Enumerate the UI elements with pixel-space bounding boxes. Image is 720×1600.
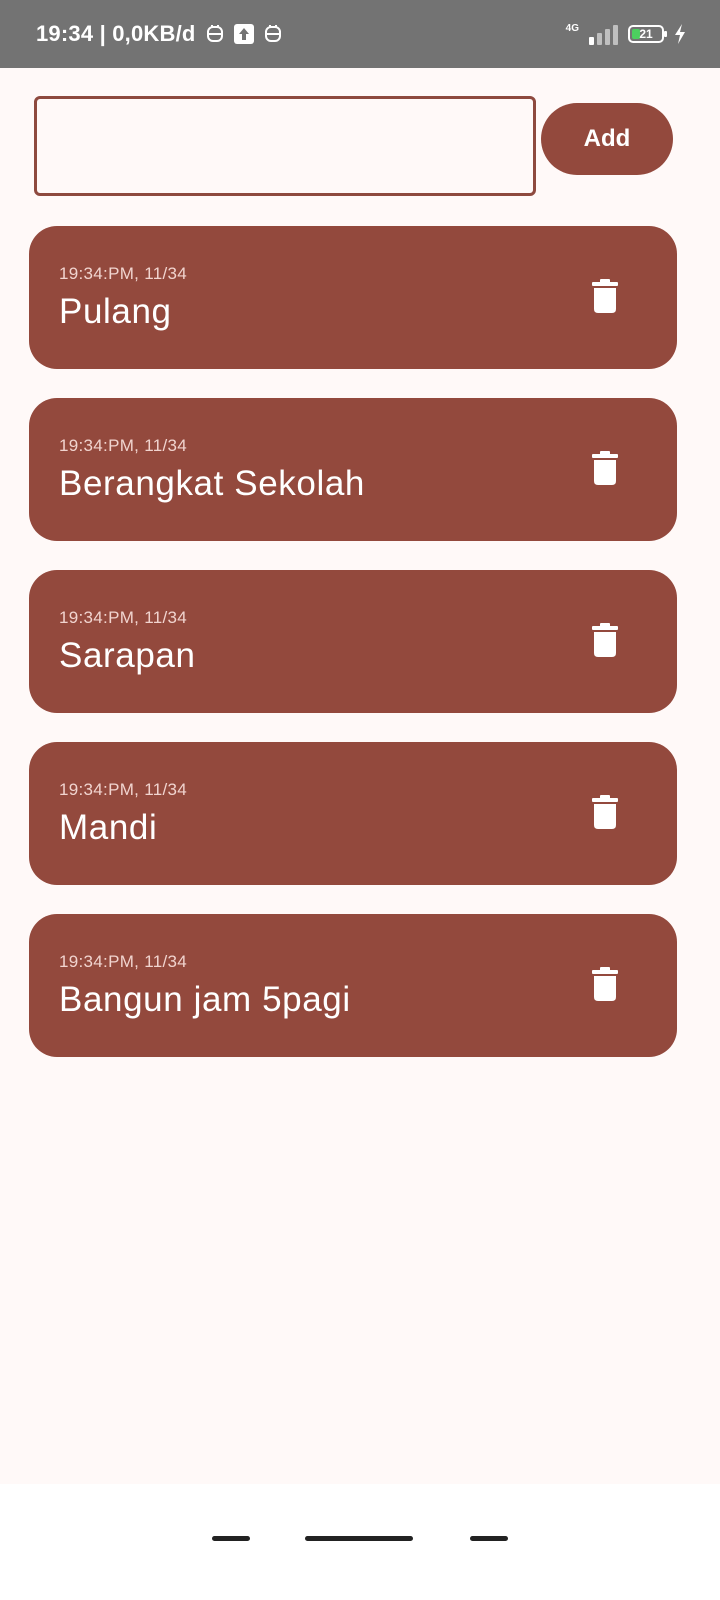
delete-button[interactable]: [587, 964, 623, 1004]
task-timestamp: 19:34:PM, 11/34: [59, 436, 187, 455]
task-title: Mandi: [59, 808, 158, 847]
status-right: 4G 21: [566, 0, 686, 68]
delete-button[interactable]: [587, 276, 623, 316]
status-left: 19:34 | 0,0KB/d: [36, 0, 282, 68]
delete-button[interactable]: [587, 448, 623, 488]
task-input[interactable]: [34, 96, 536, 196]
task-title: Sarapan: [59, 636, 196, 675]
charging-icon: [674, 24, 686, 44]
status-time: 19:34 | 0,0KB/d: [36, 21, 196, 46]
task-title: Bangun jam 5pagi: [59, 980, 351, 1019]
signal-icon: [589, 23, 618, 45]
task-title: Pulang: [59, 292, 172, 331]
navigation-bar: [0, 1484, 720, 1600]
upload-icon: [233, 24, 254, 44]
app-notification-icon: [206, 24, 224, 44]
trash-icon: [592, 795, 618, 829]
task-list: 19:34:PM, 11/34 Pulang 19:34:PM, 11/34 B…: [29, 226, 677, 1086]
trash-icon: [592, 451, 618, 485]
trash-icon: [592, 623, 618, 657]
task-card[interactable]: 19:34:PM, 11/34 Bangun jam 5pagi: [29, 914, 677, 1057]
battery-level: 21: [639, 27, 653, 41]
app-notification-icon: [264, 24, 282, 44]
trash-icon: [592, 967, 618, 1001]
trash-icon: [592, 279, 618, 313]
delete-button[interactable]: [587, 792, 623, 832]
task-card[interactable]: 19:34:PM, 11/34 Mandi: [29, 742, 677, 885]
battery-icon: 21: [628, 25, 667, 43]
task-card[interactable]: 19:34:PM, 11/34 Sarapan: [29, 570, 677, 713]
network-type: 4G: [565, 22, 579, 34]
task-timestamp: 19:34:PM, 11/34: [59, 952, 187, 971]
task-card[interactable]: 19:34:PM, 11/34 Pulang: [29, 226, 677, 369]
delete-button[interactable]: [587, 620, 623, 660]
task-timestamp: 19:34:PM, 11/34: [59, 780, 187, 799]
back-button[interactable]: [470, 1536, 508, 1541]
task-card[interactable]: 19:34:PM, 11/34 Berangkat Sekolah: [29, 398, 677, 541]
task-timestamp: 19:34:PM, 11/34: [59, 608, 187, 627]
status-bar: 19:34 | 0,0KB/d 4G 21: [0, 0, 720, 68]
home-button[interactable]: [305, 1536, 413, 1541]
add-button[interactable]: Add: [541, 103, 673, 175]
recents-button[interactable]: [212, 1536, 250, 1541]
task-title: Berangkat Sekolah: [59, 464, 365, 503]
task-timestamp: 19:34:PM, 11/34: [59, 264, 187, 283]
